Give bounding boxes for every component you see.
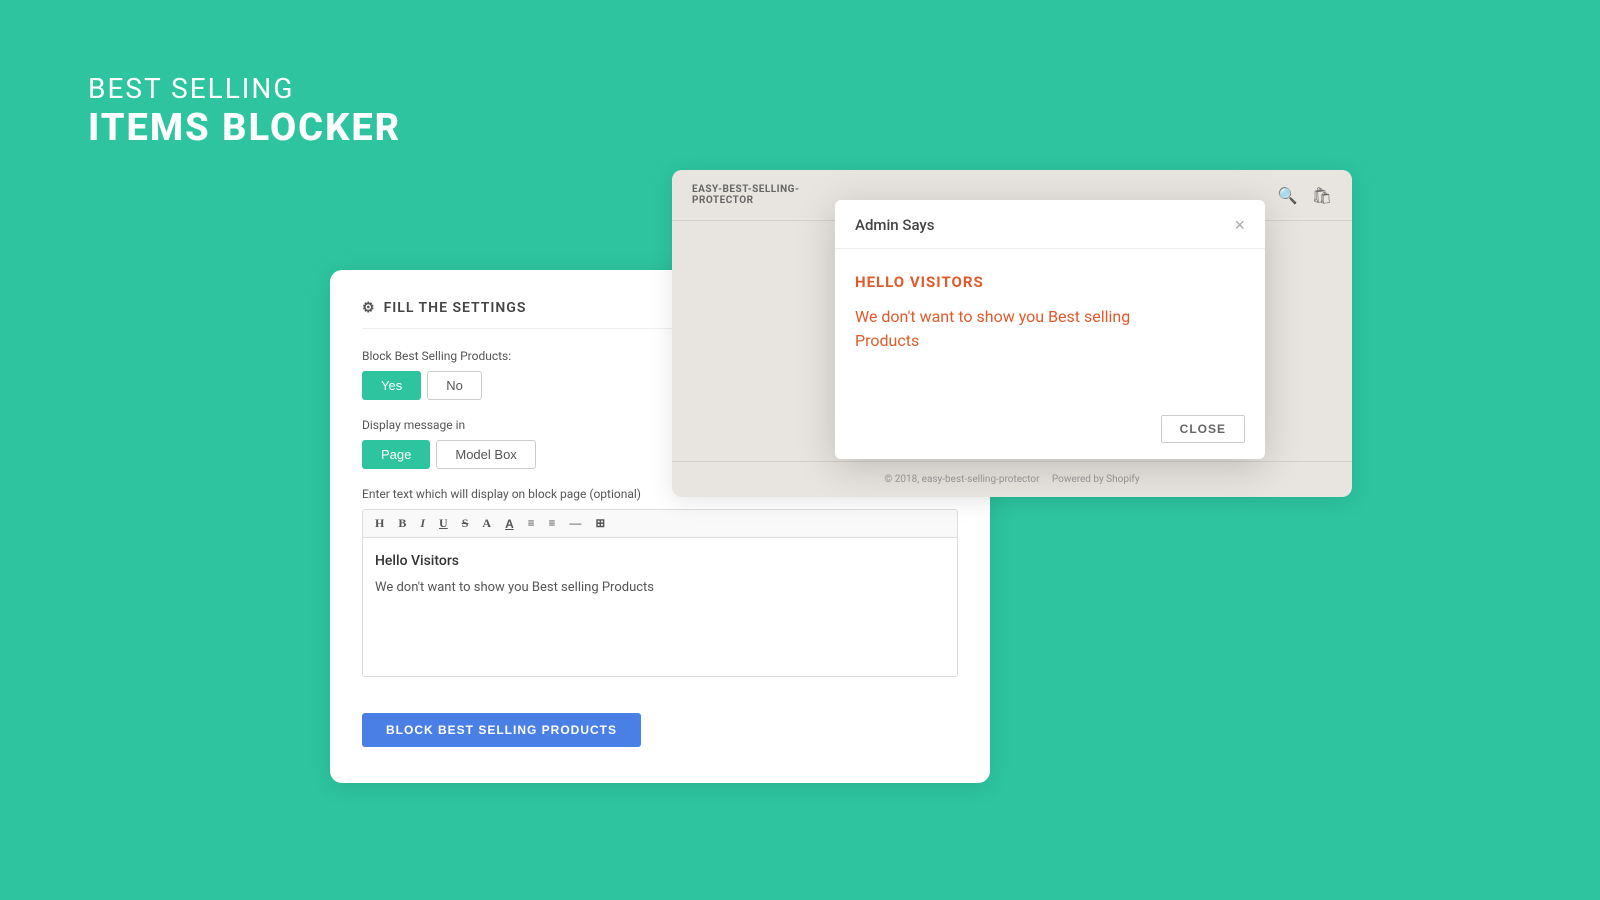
storefront-footer: © 2018, easy-best-selling-protector Powe…: [672, 461, 1352, 497]
toolbar-h[interactable]: H: [369, 514, 390, 533]
model-box-button[interactable]: Model Box: [436, 440, 535, 469]
page-header-line1: BEST SELLING: [88, 72, 401, 106]
modal-dialog: Admin Says × HELLO VISITORS We don't wan…: [835, 200, 1265, 459]
toolbar-table[interactable]: ⊞: [589, 514, 611, 533]
editor-line2: We don't want to show you Best selling P…: [375, 578, 945, 599]
modal-title: Admin Says: [855, 216, 935, 234]
modal-body: HELLO VISITORS We don't want to show you…: [835, 249, 1265, 403]
modal-message: We don't want to show you Best sellingPr…: [855, 305, 1245, 353]
gear-icon: ⚙: [362, 300, 376, 316]
modal-close-x-button[interactable]: ×: [1234, 216, 1245, 234]
toolbar-a[interactable]: A: [476, 514, 497, 533]
text-area-group: Enter text which will display on block p…: [362, 487, 958, 677]
modal-footer: CLOSE: [835, 403, 1265, 459]
modal-close-button[interactable]: CLOSE: [1161, 415, 1245, 443]
modal-header: Admin Says ×: [835, 200, 1265, 249]
page-header-line2: ITEMS BLOCKER: [88, 106, 401, 152]
toolbar-hr[interactable]: —: [563, 514, 587, 533]
editor-toolbar: H B I U S A A ≡ ≡ — ⊞: [362, 509, 958, 537]
toolbar-i[interactable]: I: [414, 514, 431, 533]
cart-icon[interactable]: 🛍: [1312, 186, 1332, 205]
yes-button[interactable]: Yes: [362, 371, 421, 400]
toolbar-b[interactable]: B: [392, 514, 412, 533]
toolbar-s[interactable]: S: [456, 514, 475, 533]
footer-powered: Powered by Shopify: [1052, 474, 1140, 485]
editor-line1: Hello Visitors: [375, 550, 945, 572]
storefront-icons: 🔍 🛍: [1278, 186, 1332, 205]
toolbar-a2[interactable]: A: [499, 514, 520, 533]
page-button[interactable]: Page: [362, 440, 430, 469]
page-header: BEST SELLING ITEMS BLOCKER: [88, 72, 401, 151]
toolbar-u[interactable]: U: [433, 514, 454, 533]
toolbar-ol[interactable]: ≡: [522, 514, 541, 533]
toolbar-ul[interactable]: ≡: [543, 514, 562, 533]
submit-button[interactable]: BLOCK BEST SELLING PRODUCTS: [362, 713, 641, 747]
footer-copyright: © 2018, easy-best-selling-protector: [884, 474, 1039, 485]
storefront-logo: EASY-BEST-SELLING-PROTECTOR: [692, 184, 799, 206]
search-icon[interactable]: 🔍: [1278, 186, 1298, 205]
editor-area[interactable]: Hello Visitors We don't want to show you…: [362, 537, 958, 677]
modal-greeting: HELLO VISITORS: [855, 273, 1245, 291]
no-button[interactable]: No: [427, 371, 482, 400]
